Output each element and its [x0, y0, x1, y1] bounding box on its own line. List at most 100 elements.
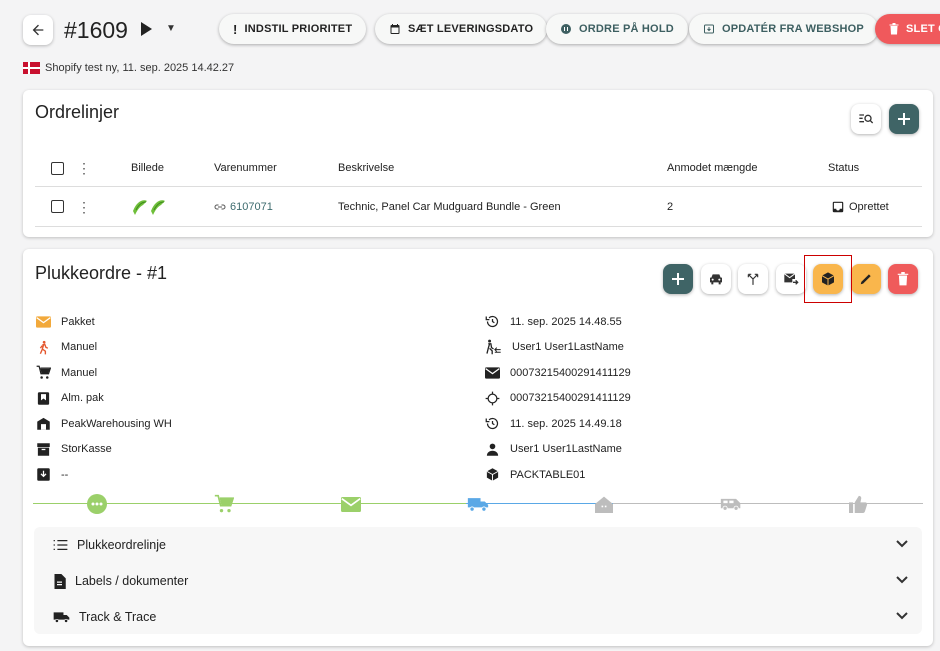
pick-method-info: Manuel [36, 335, 172, 361]
warehouse-info: PeakWarehousing WH [36, 411, 172, 437]
cart-icon [214, 494, 234, 513]
pick-order-sections: Plukkeordrelinje Labels / dokumenter Tra… [34, 527, 922, 634]
person-pick-icon [486, 339, 501, 355]
list-icon [53, 540, 68, 550]
bookmark-icon [37, 392, 50, 405]
walking-person-icon [39, 340, 49, 355]
progress-tracker [33, 492, 923, 516]
step-delivered [846, 492, 870, 516]
target-icon [485, 391, 500, 406]
add-pick-button[interactable] [663, 264, 693, 294]
status-cell: Oprettet [831, 187, 889, 226]
history-icon [485, 316, 499, 328]
pick-info-left: Pakket Manuel Manuel Alm. pak PeakWareho… [36, 309, 172, 488]
dots-icon [87, 494, 107, 514]
trash-icon [897, 272, 909, 286]
quantity-cell: 2 [667, 200, 674, 213]
plus-icon [672, 273, 684, 285]
home-icon [595, 496, 613, 513]
delete-pick-button[interactable] [888, 264, 918, 294]
step-shipped [466, 492, 490, 516]
archive-box-icon [37, 443, 50, 456]
envelope-icon [36, 316, 51, 328]
column-quantity: Anmodet mængde [667, 162, 758, 174]
row-menu-icon[interactable]: ⋮ [77, 200, 91, 214]
column-status: Status [828, 162, 860, 174]
pencil-icon [860, 274, 871, 285]
update-from-webshop-button[interactable]: OPDATÉR FRA WEBSHOP [689, 14, 878, 44]
order-lines-title: Ordrelinjer [35, 102, 120, 122]
chevron-down-icon [896, 576, 908, 584]
step-hub [592, 492, 616, 516]
row-checkbox[interactable] [51, 200, 64, 213]
packer-info: User1 User1LastName [485, 437, 631, 463]
set-delivery-date-button[interactable]: SÆT LEVERINGSDATO [375, 14, 548, 44]
order-lines-card: Ordrelinjer ⋮ Billede Varenummer Beskriv… [23, 90, 933, 237]
cart-icon [36, 365, 51, 379]
back-button[interactable] [23, 15, 53, 45]
play-icon[interactable] [138, 20, 154, 38]
chevron-down-icon [896, 540, 908, 548]
order-lines-header: ⋮ Billede Varenummer Beskrivelse Anmodet… [35, 150, 922, 187]
split-icon [747, 273, 759, 285]
pack-button[interactable] [813, 264, 843, 294]
packtable-info: PACKTABLE01 [485, 462, 631, 488]
order-number: #1609 [64, 17, 128, 43]
tracking-mail-info: 00073215400291411129 [485, 360, 631, 386]
document-icon [54, 573, 66, 589]
package-icon [486, 468, 499, 481]
denmark-flag-icon [23, 62, 40, 74]
tracking-target-info: 00073215400291411129 [485, 386, 631, 412]
package-icon [821, 272, 835, 286]
created-time-info: 11. sep. 2025 14.48.55 [485, 309, 631, 335]
pick-order-card: Plukkeordre - #1 Pakket Manuel Manuel Al… [23, 249, 933, 646]
cart-info: Manuel [36, 360, 172, 386]
mail-forward-icon [784, 273, 799, 285]
delete-order-button[interactable]: SLET O [875, 14, 940, 44]
picker-info: User1 User1LastName [485, 335, 631, 361]
select-all-checkbox[interactable] [51, 161, 64, 175]
step-pending [85, 492, 109, 516]
mail-icon [341, 496, 361, 512]
caret-down-icon[interactable]: ▼ [166, 22, 178, 36]
edit-button[interactable] [851, 264, 881, 294]
add-line-button[interactable] [889, 104, 919, 134]
trash-icon [889, 23, 899, 35]
sku-link[interactable]: 6107071 [214, 187, 273, 226]
person-icon [486, 443, 499, 456]
download-info: -- [36, 462, 172, 488]
split-button[interactable] [738, 264, 768, 294]
column-sku: Varenummer [214, 162, 277, 174]
taxi-icon [710, 274, 722, 285]
top-bar: #1609 ▼ ! INDSTIL PRIORITET SÆT LEVERING… [0, 0, 940, 90]
box-info: StorKasse [36, 437, 172, 463]
status-info: Pakket [36, 309, 172, 335]
set-priority-button[interactable]: ! INDSTIL PRIORITET [219, 14, 367, 44]
step-picking [212, 492, 236, 516]
description-cell: Technic, Panel Car Mudguard Bundle - Gre… [338, 200, 561, 213]
send-mail-button[interactable] [776, 264, 806, 294]
history-icon [485, 418, 499, 430]
order-source-info: Shopify test ny, 11. sep. 2025 14.42.27 [23, 62, 234, 74]
column-description: Beskrivelse [338, 162, 395, 174]
truck-icon [53, 612, 70, 623]
search-lines-button[interactable] [851, 104, 881, 134]
taxi-button[interactable] [701, 264, 731, 294]
list-search-icon [859, 114, 874, 124]
order-on-hold-button[interactable]: ORDRE PÅ HOLD [546, 14, 688, 44]
table-row[interactable]: ⋮ 6107071 Technic, Panel Car Mudguard Bu… [35, 187, 922, 227]
warehouse-icon [37, 418, 50, 430]
packing-type-info: Alm. pak [36, 386, 172, 412]
section-track-trace[interactable]: Track & Trace [34, 599, 922, 635]
mail-icon [485, 367, 500, 379]
section-labels-documents[interactable]: Labels / dokumenter [34, 563, 922, 599]
column-menu-icon[interactable]: ⋮ [77, 161, 91, 175]
product-image [131, 187, 169, 226]
download-box-icon [37, 468, 50, 481]
link-icon [214, 204, 226, 209]
product-thumbnail [133, 199, 165, 215]
thumbs-up-icon [849, 495, 868, 513]
pause-circle-icon [561, 24, 571, 34]
pick-info-right: 11. sep. 2025 14.48.55 User1 User1LastNa… [485, 309, 631, 488]
section-pick-lines[interactable]: Plukkeordrelinje [34, 527, 922, 563]
